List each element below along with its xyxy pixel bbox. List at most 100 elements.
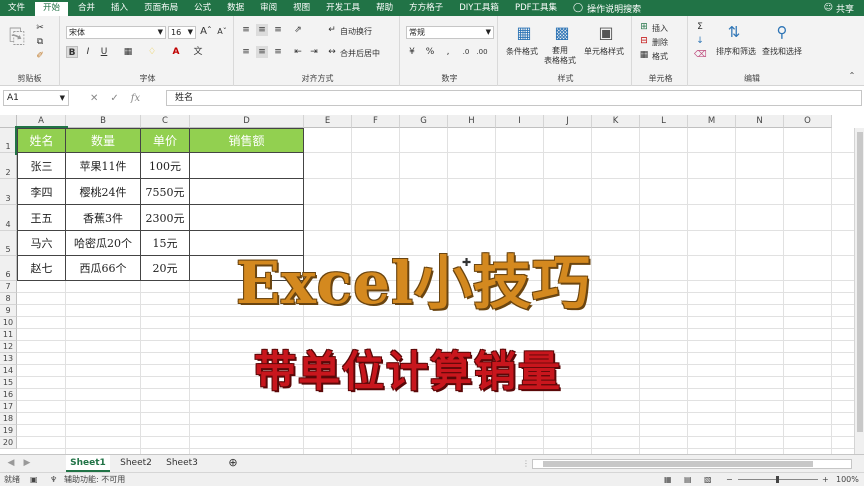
table-cell[interactable]: 赵七 (17, 256, 66, 281)
wrap-text-icon[interactable]: ↵ (326, 24, 338, 36)
table-cell[interactable]: 7550元 (141, 179, 190, 205)
format-label[interactable]: 格式 (652, 51, 668, 62)
italic-button[interactable]: I (82, 46, 94, 58)
table-cell[interactable]: 哈密瓜20个 (66, 231, 141, 256)
delete-label[interactable]: 删除 (652, 37, 668, 48)
row-header[interactable]: 19 (0, 425, 17, 437)
accessibility-status[interactable]: 辅助功能: 不可用 (64, 473, 125, 486)
tell-me-search[interactable]: ◯ 操作说明搜索 (573, 2, 641, 15)
conditional-format-icon[interactable]: ▦ (514, 22, 534, 42)
column-header[interactable]: H (448, 115, 496, 128)
format-icon[interactable]: ▦ (638, 49, 650, 61)
format-painter-icon[interactable]: ✐ (34, 50, 46, 62)
tab-help[interactable]: 帮助 (368, 0, 401, 16)
clear-icon[interactable]: ⌫ (694, 49, 707, 61)
align-center-icon[interactable]: ≡ (256, 46, 268, 58)
row-header[interactable]: 17 (0, 401, 17, 413)
align-left-icon[interactable]: ≡ (240, 46, 252, 58)
column-header[interactable]: F (352, 115, 400, 128)
increase-indent-icon[interactable]: ⇥ (308, 46, 320, 58)
page-layout-view-icon[interactable]: ▤ (684, 473, 692, 486)
select-all-corner[interactable] (0, 115, 17, 128)
table-cell[interactable] (190, 179, 304, 205)
normal-view-icon[interactable]: ▦ (664, 473, 672, 486)
find-select-icon[interactable]: ⚲ (772, 22, 792, 42)
decrease-decimal-icon[interactable]: .00 (476, 46, 488, 58)
format-as-table-label[interactable]: 套用 表格格式 (544, 46, 576, 66)
cancel-icon[interactable]: ✕ (90, 93, 98, 104)
tab-merge[interactable]: 合并 (70, 0, 103, 16)
font-size-select[interactable]: 16 ▼ (168, 26, 196, 39)
horizontal-scroll-thumb[interactable] (543, 461, 813, 467)
phonetic-icon[interactable]: 文 (192, 46, 204, 58)
table-header-cell[interactable]: 姓名 (15, 126, 68, 155)
column-header[interactable]: D (190, 115, 304, 128)
zoom-slider-thumb[interactable] (776, 476, 779, 483)
tab-review[interactable]: 审阅 (252, 0, 285, 16)
merge-center-icon[interactable]: ↔ (326, 46, 338, 58)
table-cell[interactable]: 西瓜66个 (66, 256, 141, 281)
tab-page-layout[interactable]: 页面布局 (136, 0, 186, 16)
fill-icon[interactable]: ↓ (694, 35, 706, 47)
align-bottom-icon[interactable]: ≡ (272, 24, 284, 36)
table-cell[interactable]: 樱桃24件 (66, 179, 141, 205)
copy-icon[interactable]: ⧉ (34, 36, 46, 48)
column-header[interactable]: I (496, 115, 544, 128)
row-header[interactable]: 9 (0, 305, 17, 317)
tab-diy-toolbox[interactable]: DIY工具箱 (451, 0, 507, 16)
row-header[interactable]: 12 (0, 341, 17, 353)
column-header[interactable]: N (736, 115, 784, 128)
sort-filter-label[interactable]: 排序和筛选 (716, 46, 756, 57)
number-format-select[interactable]: 常规 ▼ (406, 26, 494, 39)
shrink-font-icon[interactable]: Aˇ (216, 26, 228, 38)
sheet-tab-sheet3[interactable]: Sheet3 (160, 455, 204, 472)
tab-data[interactable]: 数据 (219, 0, 252, 16)
borders-icon[interactable]: ▦ (122, 46, 134, 58)
horizontal-scrollbar[interactable] (532, 459, 852, 469)
table-cell[interactable]: 15元 (141, 231, 190, 256)
cell-styles-icon[interactable]: ▣ (596, 22, 616, 42)
vertical-scroll-thumb[interactable] (857, 132, 863, 432)
column-header[interactable]: J (544, 115, 592, 128)
tab-pdf-tools[interactable]: PDF工具集 (507, 0, 565, 16)
tab-fangfang[interactable]: 方方格子 (401, 0, 451, 16)
column-header[interactable]: C (141, 115, 190, 128)
new-sheet-icon[interactable]: ⊕ (226, 455, 240, 472)
column-header[interactable]: L (640, 115, 688, 128)
row-header[interactable]: 7 (0, 281, 17, 293)
tab-home[interactable]: 开始 (35, 2, 69, 16)
table-header-cell[interactable]: 数量 (66, 128, 141, 153)
conditional-format-label[interactable]: 条件格式 (506, 46, 538, 57)
table-cell[interactable] (190, 205, 304, 231)
sort-filter-icon[interactable]: ⇅ (724, 22, 744, 42)
row-header[interactable]: 14 (0, 365, 17, 377)
tab-developer[interactable]: 开发工具 (318, 0, 368, 16)
comma-style-icon[interactable]: , (442, 46, 454, 58)
merge-center-label[interactable]: 合并后居中 (340, 48, 380, 59)
zoom-out-icon[interactable]: − (726, 473, 733, 486)
row-header[interactable]: 1 (0, 128, 17, 153)
table-cell[interactable]: 2300元 (141, 205, 190, 231)
table-cell[interactable] (190, 153, 304, 179)
bold-button[interactable]: B (66, 46, 78, 58)
cell-styles-label[interactable]: 单元格样式 (584, 46, 624, 57)
zoom-slider[interactable] (738, 476, 818, 483)
row-header[interactable]: 18 (0, 413, 17, 425)
autosum-icon[interactable]: Σ (694, 21, 706, 33)
column-header[interactable]: E (304, 115, 352, 128)
tab-file[interactable]: 文件 (0, 0, 33, 16)
table-header-cell[interactable]: 单价 (141, 128, 190, 153)
align-top-icon[interactable]: ≡ (240, 24, 252, 36)
row-header[interactable]: 10 (0, 317, 17, 329)
row-header[interactable]: 3 (0, 179, 17, 205)
paste-icon[interactable]: ⎘ (6, 22, 28, 50)
cut-icon[interactable]: ✂ (34, 22, 46, 34)
grow-font-icon[interactable]: Aˆ (200, 26, 212, 38)
scroll-left-icon[interactable]: ◀ (4, 455, 18, 472)
insert-function-icon[interactable]: fx (131, 93, 140, 104)
enter-icon[interactable]: ✓ (110, 93, 118, 104)
percent-icon[interactable]: % (424, 46, 436, 58)
column-header[interactable]: G (400, 115, 448, 128)
align-middle-icon[interactable]: ≡ (256, 24, 268, 36)
table-cell[interactable]: 张三 (17, 153, 66, 179)
